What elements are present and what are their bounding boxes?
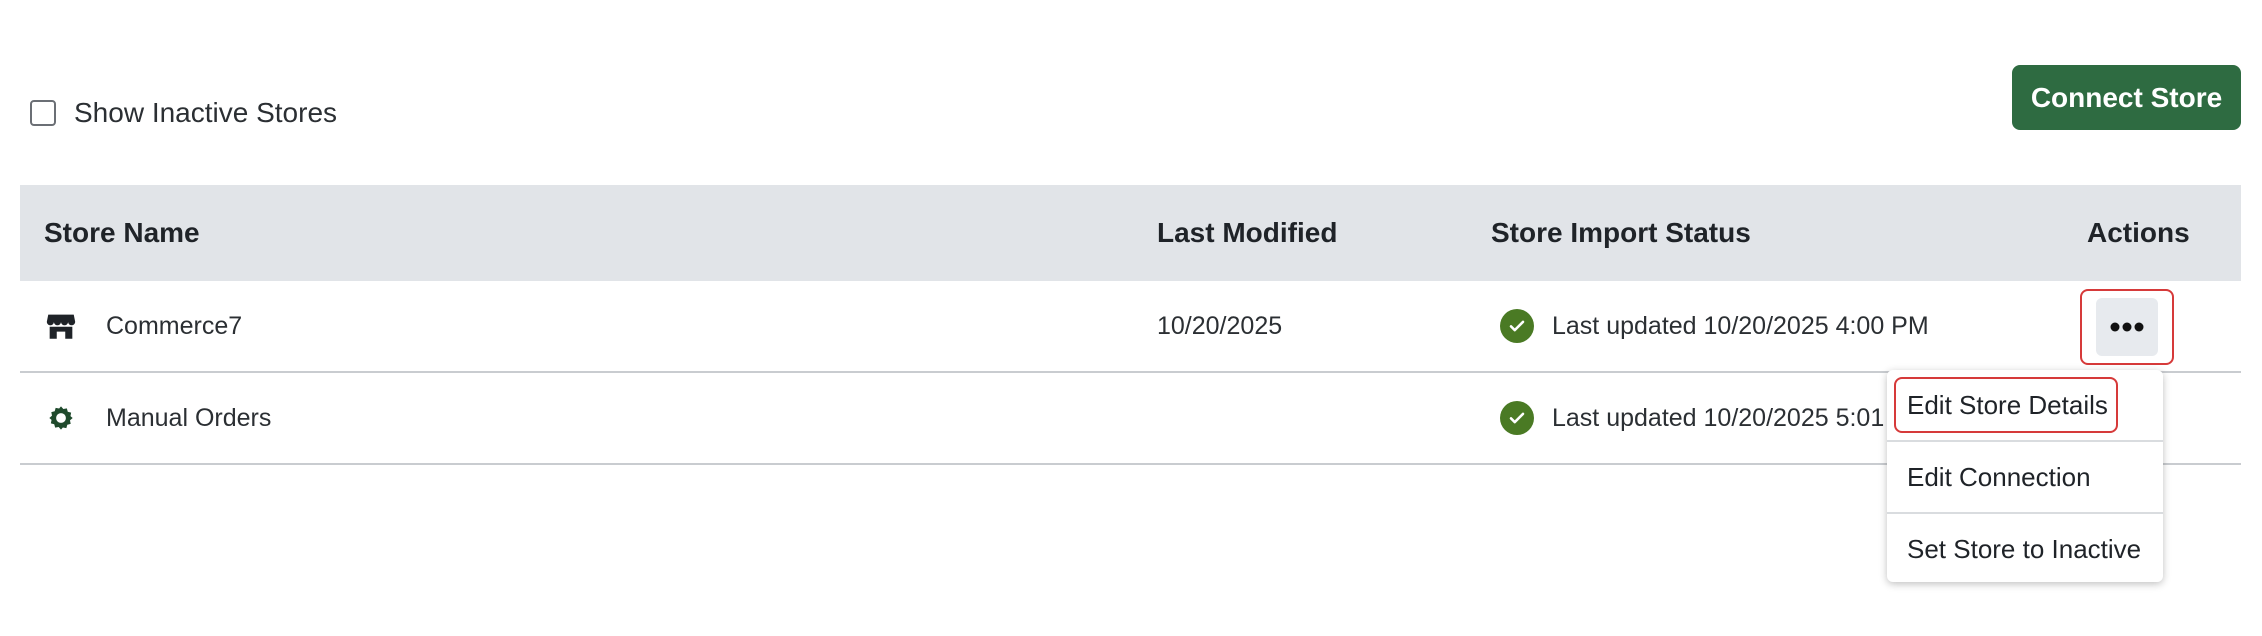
menu-item-edit-connection[interactable]: Edit Connection <box>1887 442 2163 512</box>
table-header: Store Name Last Modified Store Import St… <box>20 185 2241 281</box>
actions-menu-button[interactable] <box>2080 289 2174 365</box>
menu-item-label: Set Store to Inactive <box>1907 533 2142 564</box>
last-modified: 10/20/2025 <box>1157 311 1283 340</box>
column-header-import-status: Store Import Status <box>1491 217 1751 248</box>
column-header-last-modified: Last Modified <box>1157 217 1338 248</box>
menu-item-edit-store-details[interactable]: Edit Store Details <box>1887 370 2163 440</box>
gear-icon <box>44 401 78 435</box>
import-status-text: Last updated 10/20/2025 5:01 P <box>1552 403 1908 432</box>
connect-store-button[interactable]: Connect Store <box>2012 65 2241 130</box>
show-inactive-filter[interactable]: Show Inactive Stores <box>30 97 337 129</box>
menu-item-label: Edit Connection <box>1907 461 2091 492</box>
menu-item-label: Edit Store Details <box>1907 389 2108 420</box>
show-inactive-label: Show Inactive Stores <box>74 97 338 128</box>
actions-dropdown-menu: Edit Store Details Edit Connection Set S… <box>1887 370 2163 582</box>
column-header-actions: Actions <box>2087 217 2190 248</box>
import-status-text: Last updated 10/20/2025 4:00 PM <box>1552 311 1929 340</box>
show-inactive-checkbox[interactable] <box>30 100 56 126</box>
menu-item-set-store-inactive[interactable]: Set Store to Inactive <box>1887 514 2163 584</box>
more-horizontal-icon[interactable] <box>2096 298 2158 356</box>
check-circle-icon <box>1500 309 1534 343</box>
store-name[interactable]: Manual Orders <box>106 373 271 463</box>
storefront-icon <box>44 309 78 343</box>
import-status: Last updated 10/20/2025 5:01 P <box>1500 373 1908 463</box>
import-status: Last updated 10/20/2025 4:00 PM <box>1500 281 1929 371</box>
check-circle-icon <box>1500 401 1534 435</box>
store-name[interactable]: Commerce7 <box>106 281 242 371</box>
table-row: Commerce7 10/20/2025 Last updated 10/20/… <box>20 281 2241 373</box>
column-header-store-name: Store Name <box>44 217 200 248</box>
